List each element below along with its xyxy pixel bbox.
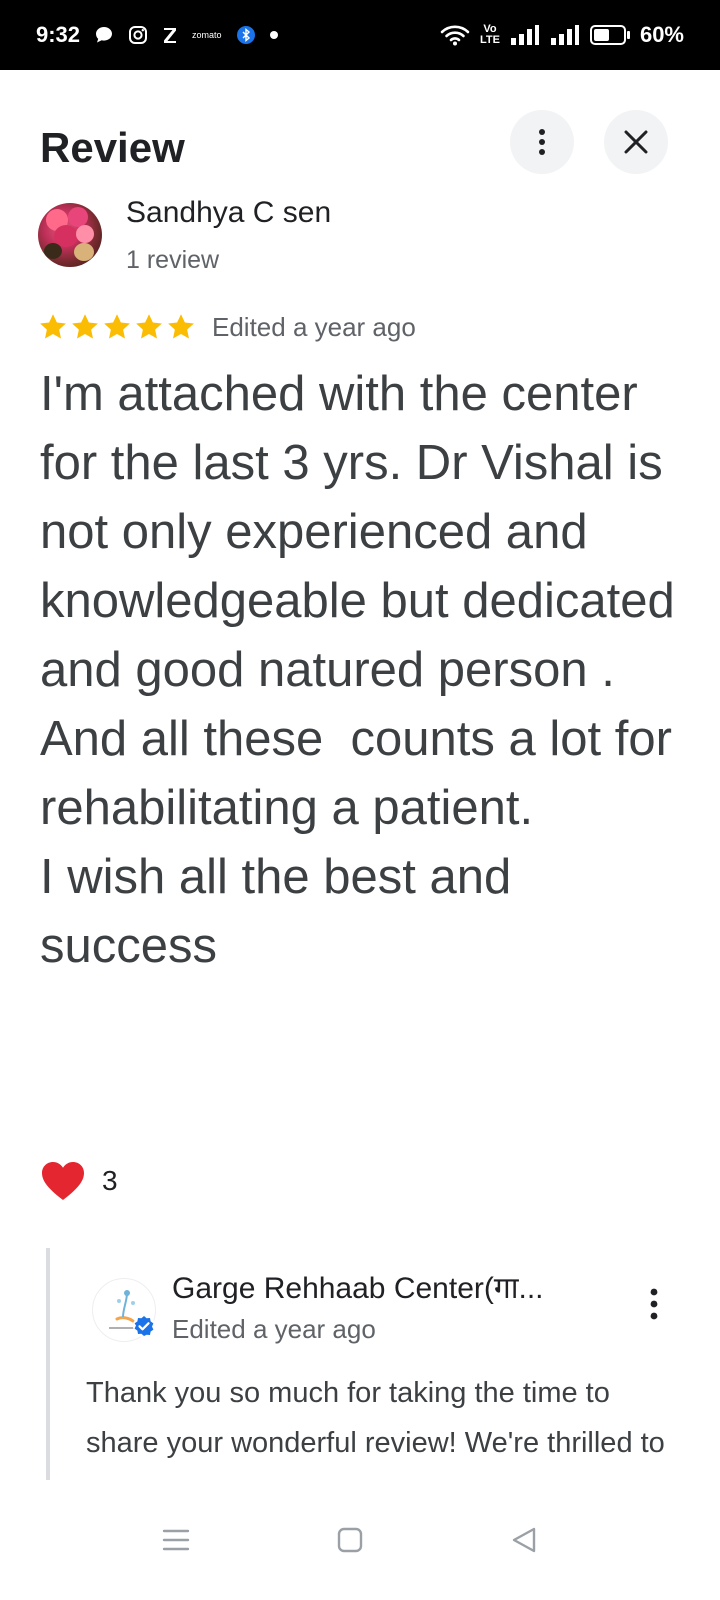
more-vert-icon (650, 1288, 658, 1320)
signal-icon-sim1 (510, 24, 540, 46)
star-rating (38, 312, 196, 342)
home-icon (337, 1527, 363, 1553)
reviewer-avatar[interactable] (38, 203, 102, 267)
wifi-icon (440, 24, 470, 46)
reply-text: Thank you so much for taking the time to… (86, 1377, 665, 1480)
chat-icon (94, 25, 114, 45)
heart-icon (42, 1162, 84, 1200)
star-icon (104, 314, 130, 339)
zomato-label-icon: zomato (192, 30, 222, 40)
review-text: I'm attached with the center for the las… (40, 367, 675, 973)
reply-date: Edited a year ago (172, 1314, 376, 1344)
menu-icon (162, 1529, 190, 1551)
more-options-button[interactable] (510, 110, 574, 174)
close-button[interactable] (604, 110, 668, 174)
close-icon (624, 130, 648, 154)
signal-icon-sim2 (550, 24, 580, 46)
star-icon (40, 314, 66, 339)
nav-home-button[interactable] (326, 1516, 374, 1564)
owner-name[interactable]: Garge Rehhaab Center(गा... (172, 1266, 544, 1307)
instagram-icon (128, 25, 148, 45)
volte-bottom-label: LTE (479, 34, 500, 46)
page-title: Review (40, 124, 185, 171)
battery-percent: 60% (639, 22, 684, 47)
verified-badge-icon (133, 1315, 155, 1337)
reply-more-button[interactable] (640, 1284, 668, 1324)
review-header: Review (40, 108, 680, 178)
star-icon (72, 314, 98, 339)
volte-icon: Vo LTE (480, 24, 500, 46)
like-button[interactable]: 3 (40, 1160, 118, 1202)
star-icon (136, 314, 162, 339)
like-count: 3 (102, 1165, 118, 1196)
owner-reply: Garge Rehhaab Center(गा... Edited a year… (46, 1248, 686, 1480)
dot-icon (269, 31, 278, 39)
nav-recents-button[interactable] (152, 1516, 200, 1564)
star-icon (168, 314, 194, 339)
battery-icon (589, 25, 630, 45)
status-time: 9:32 (36, 22, 81, 47)
reviewer-name[interactable]: Sandhya C sen (126, 196, 331, 230)
more-vert-icon (539, 129, 545, 155)
status-bar: 9:32 zomato Vo LTE 60% (0, 0, 720, 70)
zomato-z-icon (162, 26, 178, 44)
bluetooth-icon (236, 25, 256, 45)
nav-back-button[interactable] (500, 1516, 548, 1564)
reviewer-review-count: 1 review (126, 246, 220, 274)
review-screen: 9:32 zomato Vo LTE 60% Review Sandhya C … (0, 0, 720, 1600)
back-icon (512, 1527, 536, 1553)
system-nav-bar (0, 1480, 720, 1600)
review-date: Edited a year ago (212, 312, 416, 342)
